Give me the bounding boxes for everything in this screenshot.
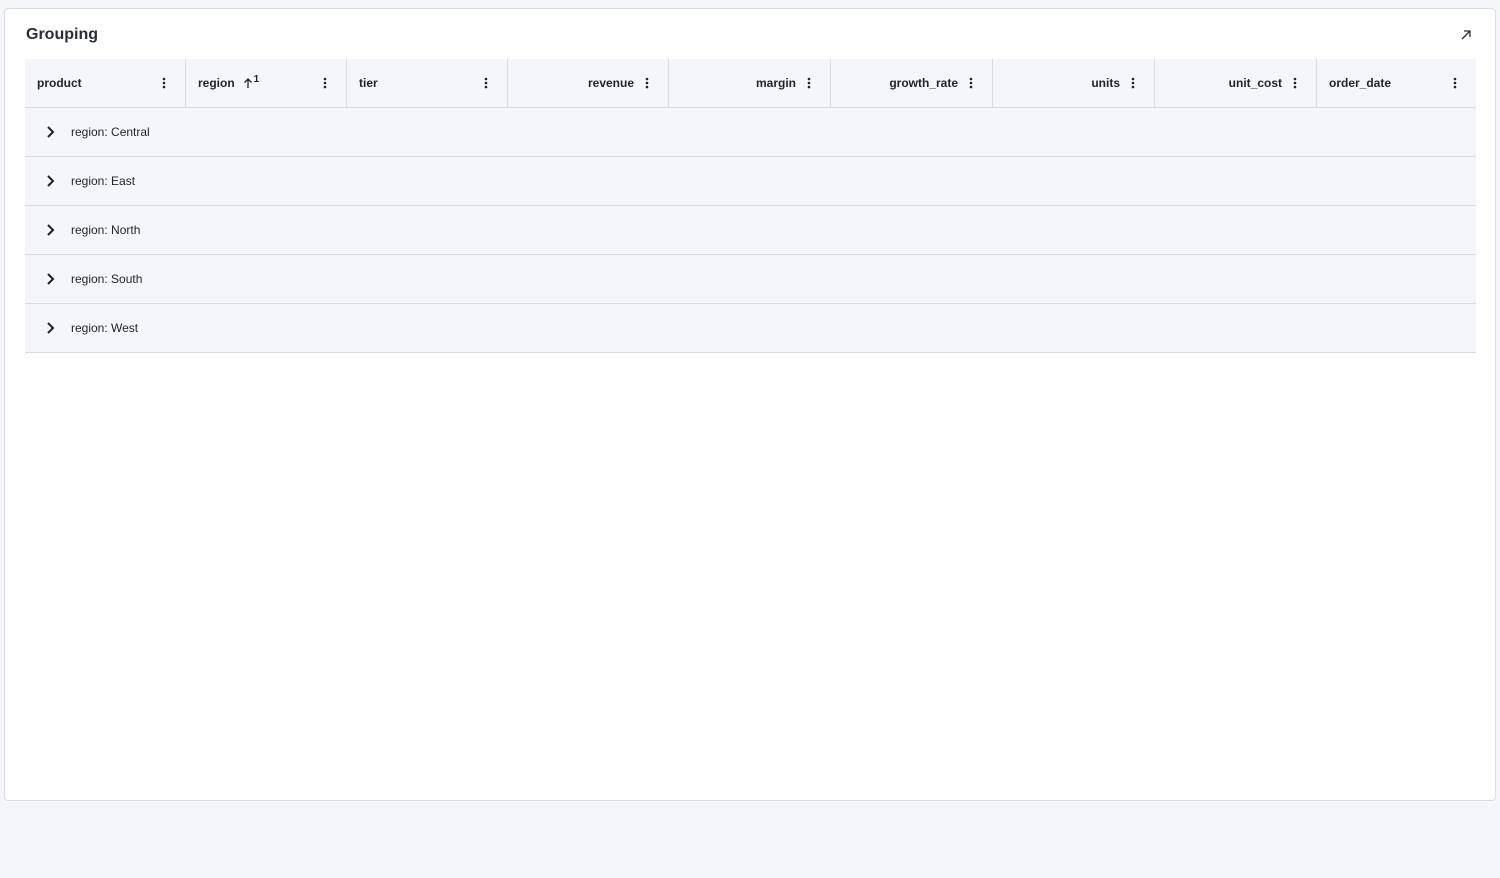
column-menu-icon[interactable]: [318, 76, 332, 90]
column-menu-icon[interactable]: [802, 76, 816, 90]
column-menu-icon[interactable]: [157, 76, 171, 90]
column-label: margin: [755, 76, 796, 90]
group-row-south[interactable]: region: South: [25, 255, 1476, 304]
column-header-region[interactable]: region 1: [186, 59, 347, 107]
column-label: product: [37, 76, 82, 90]
group-row-east[interactable]: region: East: [25, 157, 1476, 206]
column-menu-icon[interactable]: [964, 76, 978, 90]
column-label: order_date: [1329, 76, 1392, 90]
grid-header: product region 1 tier revenue margin gro…: [25, 59, 1476, 108]
column-label: unit_cost: [1228, 76, 1282, 90]
column-header-margin[interactable]: margin: [669, 59, 831, 107]
panel-title: Grouping: [26, 26, 98, 43]
group-label: region: South: [71, 272, 143, 286]
column-header-growth-rate[interactable]: growth_rate: [831, 59, 993, 107]
column-label: tier: [359, 76, 378, 90]
column-menu-icon[interactable]: [1126, 76, 1140, 90]
column-header-order-date[interactable]: order_date: [1317, 59, 1476, 107]
column-header-revenue[interactable]: revenue: [508, 59, 669, 107]
column-label: growth_rate: [889, 76, 958, 90]
column-menu-icon[interactable]: [479, 76, 493, 90]
group-label: region: North: [71, 223, 141, 237]
chevron-right-icon[interactable]: [41, 123, 59, 141]
expand-icon[interactable]: [1457, 26, 1475, 44]
column-menu-icon[interactable]: [1448, 76, 1462, 90]
data-grid: product region 1 tier revenue margin gro…: [25, 59, 1476, 353]
sort-order-badge: 1: [253, 73, 260, 85]
group-row-central[interactable]: region: Central: [25, 108, 1476, 157]
column-label: region: [198, 76, 235, 90]
grouping-panel: Grouping product region 1 tier revenue m…: [4, 8, 1496, 801]
column-header-tier[interactable]: tier: [347, 59, 508, 107]
column-header-unit-cost[interactable]: unit_cost: [1155, 59, 1317, 107]
group-label: region: Central: [71, 125, 150, 139]
group-row-west[interactable]: region: West: [25, 304, 1476, 353]
chevron-right-icon[interactable]: [41, 172, 59, 190]
expand-arrow-icon: [1461, 30, 1471, 40]
column-header-product[interactable]: product: [25, 59, 186, 107]
column-menu-icon[interactable]: [640, 76, 654, 90]
chevron-right-icon[interactable]: [41, 319, 59, 337]
column-menu-icon[interactable]: [1288, 76, 1302, 90]
sort-ascending-icon: 1: [243, 73, 260, 89]
column-header-units[interactable]: units: [993, 59, 1155, 107]
chevron-right-icon[interactable]: [41, 221, 59, 239]
group-label: region: West: [71, 321, 139, 335]
group-label: region: East: [71, 174, 136, 188]
chevron-right-icon[interactable]: [41, 270, 59, 288]
group-row-north[interactable]: region: North: [25, 206, 1476, 255]
column-label: units: [1091, 76, 1120, 90]
column-label: revenue: [587, 76, 634, 90]
